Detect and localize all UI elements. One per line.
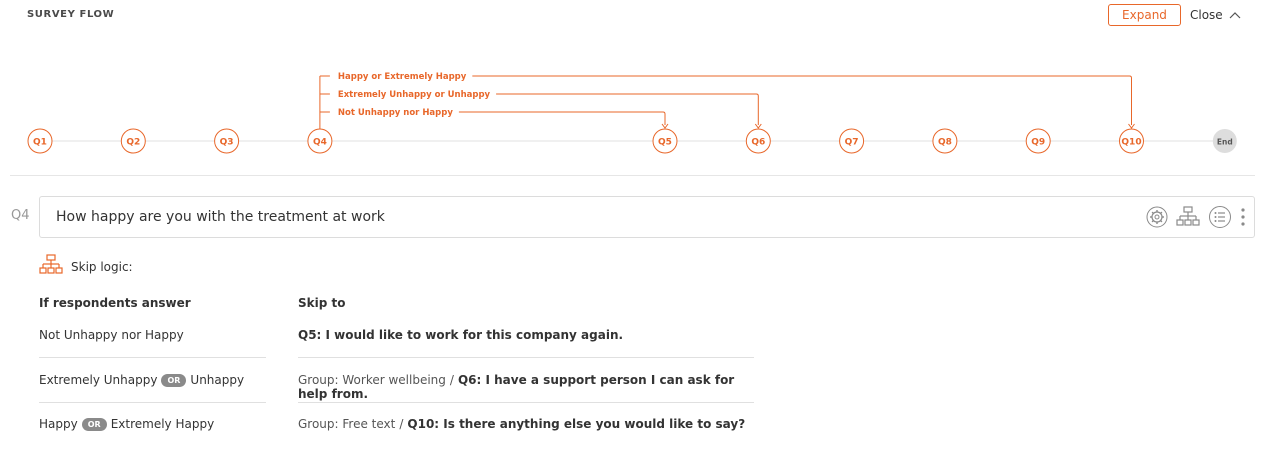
- survey-flow-diagram: Happy or Extremely Happy Extremely Unhapp…: [27, 72, 1237, 154]
- flow-node-label: Q9: [1031, 138, 1045, 148]
- question-text: How happy are you with the treatment at …: [56, 209, 385, 225]
- answer-option: Extremely Happy: [110, 417, 215, 431]
- skip-row-target: Group: Worker wellbeing / Q6: I have a sup…: [298, 373, 754, 401]
- skip-logic-header: Skip logic:: [39, 253, 133, 281]
- answer-option: Unhappy: [190, 373, 245, 387]
- flow-node-label: Q2: [126, 138, 140, 148]
- question-number: Q4: [11, 208, 30, 223]
- row-divider: [298, 357, 754, 358]
- row-divider: [39, 402, 266, 403]
- answer-option: Happy: [39, 417, 78, 431]
- branch-line: [472, 75, 1132, 125]
- skip-row-answer: Not Unhappy nor Happy: [39, 328, 266, 342]
- flow-node-label: End: [1217, 138, 1233, 147]
- skip-logic-icon: [39, 253, 63, 281]
- target-question: Q5: I would like to work for this compan…: [298, 328, 624, 342]
- list-options-icon[interactable]: [1208, 205, 1232, 229]
- flow-node-label: Q6: [751, 138, 765, 148]
- row-divider: [298, 402, 754, 403]
- more-vertical-icon[interactable]: [1240, 205, 1246, 229]
- skip-logic-label: Skip logic:: [71, 260, 133, 274]
- flow-node-label: Q3: [220, 138, 234, 148]
- flow-node-label: Q8: [938, 138, 952, 148]
- skip-logic-icon[interactable]: [1176, 205, 1200, 229]
- flow-node-label: Q7: [845, 138, 859, 148]
- or-badge: OR: [81, 417, 107, 431]
- flow-node-label: Q1: [33, 138, 47, 148]
- question-toolbar: [1146, 205, 1246, 229]
- flow-node-label: Q10: [1121, 138, 1141, 148]
- row-divider: [39, 357, 266, 358]
- column-header-skip-to: Skip to: [298, 296, 346, 310]
- skip-row-target: Q5: I would like to work for this compan…: [298, 328, 754, 342]
- question-box[interactable]: How happy are you with the treatment at …: [39, 196, 1255, 238]
- path-separator: /: [449, 373, 454, 387]
- answer-option: Not Unhappy nor Happy: [39, 328, 184, 342]
- target-question: Q10: Is there anything else you would li…: [407, 417, 746, 431]
- branch-line: [496, 93, 759, 125]
- section-divider: [10, 175, 1255, 176]
- branch-label: Happy or Extremely Happy: [338, 72, 467, 82]
- target-group: Group: Free text: [298, 417, 396, 431]
- branch-label: Not Unhappy nor Happy: [338, 108, 453, 118]
- answer-option: Extremely Unhappy: [39, 373, 158, 387]
- branch-line: [458, 111, 666, 125]
- flow-node-label: Q4: [313, 138, 327, 148]
- or-badge: OR: [161, 373, 187, 387]
- path-separator: /: [399, 417, 404, 431]
- settings-icon[interactable]: [1146, 206, 1168, 228]
- column-header-answer: If respondents answer: [39, 296, 191, 310]
- skip-row-answer: Happy OR Extremely Happy: [39, 417, 266, 431]
- branch-label: Extremely Unhappy or Unhappy: [338, 90, 491, 100]
- target-group: Group: Worker wellbeing: [298, 373, 446, 387]
- skip-row-target: Group: Free text / Q10: Is there anything …: [298, 417, 754, 431]
- skip-row-answer: Extremely Unhappy OR Unhappy: [39, 373, 266, 387]
- flow-node-label: Q5: [658, 138, 672, 148]
